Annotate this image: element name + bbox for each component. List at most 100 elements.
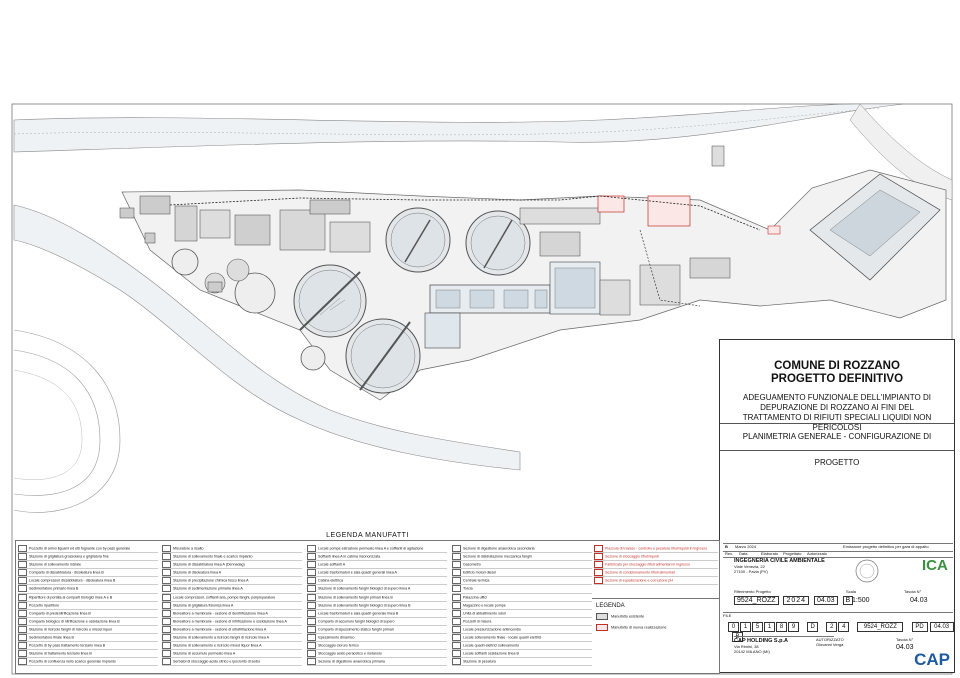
- thickener-1: [171, 248, 199, 276]
- legend-title: LEGENDA MANUFATTI: [326, 532, 409, 539]
- ref-project-label: Riferimento Progetto: [734, 589, 771, 594]
- legenda-label: LEGENDA: [596, 603, 625, 609]
- legend-row: Bioreattore a membrane - sezione di ultr…: [162, 625, 302, 635]
- rev-header-designed: Progettato: [783, 551, 802, 556]
- legend-row: Stazione di precipitazione chimica fosco…: [162, 577, 302, 586]
- legend-row: Locale pompe estrazione permeato linea A…: [307, 545, 447, 554]
- legend-row: Stazione di pesatura: [452, 658, 592, 667]
- legend-row: Unità di abbattimento odori: [452, 609, 592, 618]
- ref-project: 9524_ROZZ: [734, 596, 779, 605]
- legend-row: Stazione di accumulo permeato linea A: [162, 650, 302, 659]
- tavola-label: Tavola N°: [904, 589, 922, 594]
- scale-value: 1:500: [852, 597, 870, 604]
- year-digit: 2: [826, 622, 838, 632]
- code-digit: 1: [740, 622, 751, 632]
- legend-row: Stoccaggio cloruro ferrico: [307, 642, 447, 651]
- designer-stamp: [855, 559, 879, 583]
- legend-row-new: Fabbricato per stoccaggio rifiuti alimen…: [594, 561, 718, 570]
- file-name: 9524_ROZZ: [857, 622, 904, 632]
- legend-row-new: Piazzola di travaso - controllo e pesatu…: [594, 545, 718, 554]
- legend-row: Stoccaggio acido peracetico e metanolo: [307, 650, 447, 659]
- legend-row: Magazzino e locale pompe: [452, 601, 592, 610]
- legend-row: Palazzina uffici: [452, 593, 592, 602]
- legend-row: Comparto di ispessimento statico fanghi …: [307, 625, 447, 635]
- drawing-title: PLANIMETRIA GENERALE - CONFIGURAZIONE DI…: [720, 423, 954, 467]
- legenda-item-new: Manufatto di nuova realizzazione: [596, 624, 720, 631]
- legenda-box: LEGENDA Manufatto esistente Manufatto di…: [592, 598, 720, 675]
- revision-date: Marzo 2024: [735, 544, 757, 549]
- legend-row: Sezione di disidratazione meccanica fang…: [452, 553, 592, 562]
- new-liquid-waste-storage: [647, 195, 691, 227]
- new-swatch: [596, 624, 608, 631]
- legend-row: Torcia: [452, 585, 592, 594]
- legend-row: Pozzetti di misura: [452, 617, 592, 626]
- legend-column-4: Sezione di digestione anaerobica seconda…: [452, 545, 592, 667]
- legend-row-new: Sezione di stoccaggio rifiuti liquidi: [594, 553, 718, 562]
- legend-row: Ripartitore di portata ai comparti biolo…: [18, 593, 158, 602]
- title-block: COMUNE DI ROZZANO PROGETTO DEFINITIVO AD…: [719, 339, 955, 673]
- legend-row: Soffianti linea A in cabina insonorizzat…: [307, 553, 447, 562]
- file-label: FILE: [723, 613, 732, 618]
- legend-row: Stazione di disoleatura linea A: [162, 569, 302, 578]
- year-digit: 4: [838, 622, 850, 632]
- existing-swatch: [596, 613, 608, 620]
- legend-row: Stazione di sollevamento e ricircolo mix…: [162, 642, 302, 651]
- legend-row: Stazione di sollevamento fanghi biologic…: [307, 585, 447, 594]
- legend-row: Stazione di sollevamento a ricircolo fan…: [162, 634, 302, 643]
- lot-code: D: [807, 622, 819, 632]
- legend-row: Gasometro: [452, 561, 592, 570]
- legend-row: Misuratore a risalto: [162, 545, 302, 554]
- legend-row: Edificio motori diesel: [452, 569, 592, 578]
- rev-header-date: Data: [739, 551, 748, 556]
- legend-row: Sedimentatore primario linea B: [18, 585, 158, 594]
- legend-row: Ispessimento dinamico: [307, 634, 447, 643]
- legend-row: Comparto di dissabbiatura - disoleatura …: [18, 569, 158, 578]
- legend-row: Locale quadri elettrici sollevamento: [452, 642, 592, 651]
- legend-row: Stazione di trattamento terziario linea …: [18, 650, 158, 659]
- drawing-sheet: COMUNE DI ROZZANO PROGETTO DEFINITIVO AD…: [0, 0, 960, 678]
- file-tavola: 04.03: [929, 622, 954, 632]
- client-tavola-block: Tavola N° 04.03: [896, 637, 946, 651]
- designer-block: INGEGNERIA CIVILE AMBIENTALE Viale Venez…: [734, 558, 854, 574]
- legend-row: Stazione di sollevamento finale e scaric…: [162, 553, 302, 562]
- rev-header-rev: Rev.: [725, 551, 733, 556]
- reference-row: Riferimento Progetto Scala Tavola N°: [734, 589, 944, 594]
- legend-row: Sedimentatore finale linea B: [18, 634, 158, 643]
- legend-row: Stazione di grigliatura fisionica linea …: [162, 601, 302, 610]
- legend-row: Bioreattore a membrane - sezione di nitr…: [162, 617, 302, 626]
- legend-row: Pozzetto di confluenza nello scarico gen…: [18, 658, 158, 667]
- legend-row: Locale soffianti A: [307, 561, 447, 570]
- code-digit: 5: [752, 622, 763, 632]
- code-digit: 8: [776, 622, 787, 632]
- authorization-block: AUTORIZZATO Giovanni Vergà: [816, 637, 896, 647]
- legend-row: Pozzetto di arrivo liquami ed etti fogna…: [18, 545, 158, 554]
- legend-row: Centrale termica: [452, 577, 592, 586]
- revision-note: Emissione progetto definitivo per gara d…: [843, 544, 929, 549]
- project-phase: PROGETTO DEFINITIVO: [770, 373, 904, 385]
- legend-row: Stazione di dissabbiatura linea A (Denna…: [162, 561, 302, 570]
- new-weighing-area: [597, 195, 625, 213]
- legend-row: Stazione di sollevamento fanghi biologic…: [307, 601, 447, 610]
- code-digit: 0: [728, 622, 739, 632]
- client-address2: 20142 MILANO (MI): [734, 649, 770, 654]
- legend-row: Stazione di grigliatura grossolana e gri…: [18, 553, 158, 562]
- thickener-3: [300, 345, 326, 371]
- legend-row: Locale sollevamento finale - locale quad…: [452, 634, 592, 643]
- legend-row: Locale trasformatori e sala quadri gener…: [307, 569, 447, 578]
- municipality-title: COMUNE DI ROZZANO: [774, 360, 900, 372]
- reference-values: 9524_ROZZ 2024 04.03 B 1:500 04.03: [734, 596, 944, 605]
- legend-row: Comparto di predenitrificazione linea B: [18, 609, 158, 618]
- sheet-code: 04.03: [814, 596, 838, 605]
- ica-logo: ICA: [922, 557, 948, 574]
- legend-row: Serbatoi di stoccaggio acido citrico e i…: [162, 658, 302, 667]
- code-digit: 9: [788, 622, 799, 632]
- file-row: FILE: [723, 612, 953, 618]
- legend-row: Sezione di digestione anaerobica seconda…: [452, 545, 592, 554]
- rev-header-authorized: Autorizzato: [807, 551, 828, 556]
- legend-row: Stazione di sollevamento fanghi primari …: [307, 593, 447, 602]
- legend-row: Stazione di sedimentazione primaria line…: [162, 585, 302, 594]
- legend-column-3: Locale pompe estrazione permeato linea A…: [307, 545, 447, 667]
- legend-column-2: Misuratore a risalto Stazione di solleva…: [162, 545, 302, 667]
- legend-row: Locale compressori, soffianti aria, pomp…: [162, 593, 302, 602]
- legend-row-new: Sezione di equalizzazione e correzione p…: [594, 577, 718, 586]
